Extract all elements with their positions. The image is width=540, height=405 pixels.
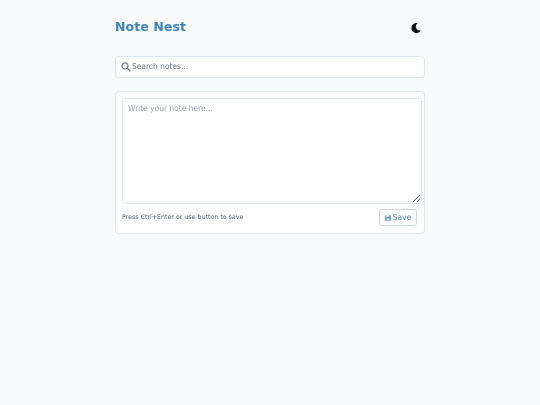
theme-toggle-button[interactable]	[409, 20, 423, 34]
save-hint: Press Ctrl+Enter or use button to save	[122, 214, 244, 221]
search-icon	[121, 62, 131, 72]
floppy-disk-icon	[385, 214, 391, 221]
note-editor-card: Press Ctrl+Enter or use button to save S…	[115, 91, 425, 234]
search-box	[115, 56, 425, 78]
app-title: Note Nest	[115, 19, 187, 34]
header: Note Nest	[115, 17, 425, 37]
note-textarea[interactable]	[122, 98, 422, 204]
search-input[interactable]	[132, 58, 417, 75]
save-button[interactable]: Save	[379, 209, 417, 226]
save-button-label: Save	[392, 213, 412, 222]
moon-icon	[411, 23, 421, 34]
